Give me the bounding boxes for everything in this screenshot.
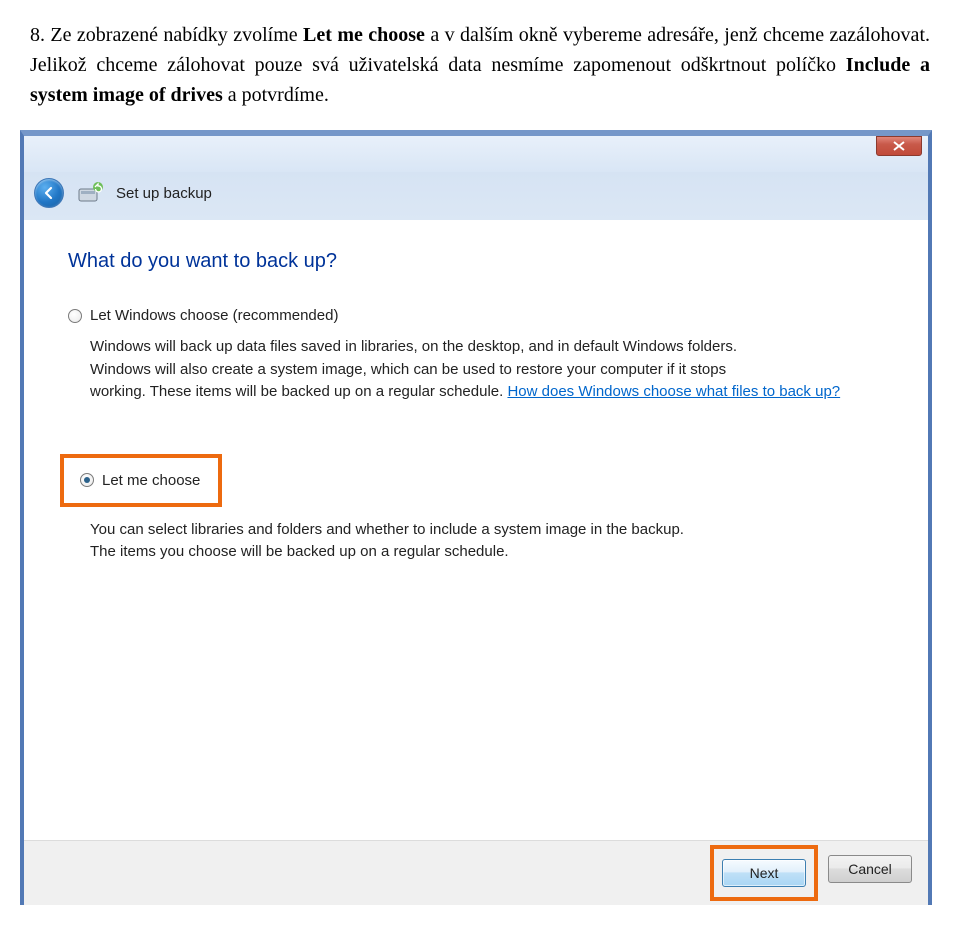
page-heading: What do you want to back up? bbox=[68, 250, 884, 273]
opt2-line1: You can select libraries and folders and… bbox=[90, 521, 684, 538]
help-link[interactable]: How does Windows choose what files to ba… bbox=[507, 383, 840, 400]
opt1-line2: Windows will also create a system image,… bbox=[90, 361, 726, 378]
instruction-paragraph: 8. Ze zobrazené nabídky zvolíme Let me c… bbox=[30, 20, 930, 110]
arrow-left-icon bbox=[42, 186, 56, 200]
close-button[interactable] bbox=[876, 136, 922, 156]
nav-row: Set up backup bbox=[24, 172, 928, 220]
radio-label-let-me-choose: Let me choose bbox=[102, 472, 200, 489]
button-bar: Next Cancel bbox=[24, 840, 928, 905]
option-desc-let-me-choose: You can select libraries and folders and… bbox=[68, 519, 884, 564]
backup-dialog: Set up backup What do you want to back u… bbox=[20, 130, 932, 905]
option-desc-windows-choose: Windows will back up data files saved in… bbox=[68, 336, 884, 404]
radio-windows-choose[interactable] bbox=[68, 309, 82, 323]
radio-let-me-choose[interactable] bbox=[80, 473, 94, 487]
option-let-me-choose: Let me choose You can select libraries a… bbox=[68, 454, 884, 564]
cancel-button[interactable]: Cancel bbox=[828, 855, 912, 883]
next-button[interactable]: Next bbox=[722, 859, 806, 887]
highlight-next: Next bbox=[710, 845, 818, 901]
content-pane: What do you want to back up? Let Windows… bbox=[24, 220, 928, 840]
backup-icon bbox=[76, 181, 104, 205]
back-button[interactable] bbox=[34, 178, 64, 208]
opt1-line1: Windows will back up data files saved in… bbox=[90, 338, 737, 355]
titlebar bbox=[24, 136, 928, 172]
radio-row-windows-choose[interactable]: Let Windows choose (recommended) bbox=[68, 307, 884, 324]
radio-label-windows-choose: Let Windows choose (recommended) bbox=[90, 307, 338, 324]
instruction-post: a potvrdíme. bbox=[223, 84, 329, 106]
highlight-let-me-choose: Let me choose bbox=[60, 454, 222, 507]
dialog-title: Set up backup bbox=[116, 185, 212, 202]
option-windows-choose: Let Windows choose (recommended) Windows… bbox=[68, 307, 884, 404]
instruction-bold1: Let me choose bbox=[303, 24, 425, 46]
instruction-number: 8. bbox=[30, 24, 45, 46]
instruction-pre: Ze zobrazené nabídky zvolíme bbox=[50, 24, 303, 46]
close-icon bbox=[893, 141, 905, 151]
opt1-line3a: working. These items will be backed up o… bbox=[90, 383, 507, 400]
opt2-line2: The items you choose will be backed up o… bbox=[90, 543, 509, 560]
